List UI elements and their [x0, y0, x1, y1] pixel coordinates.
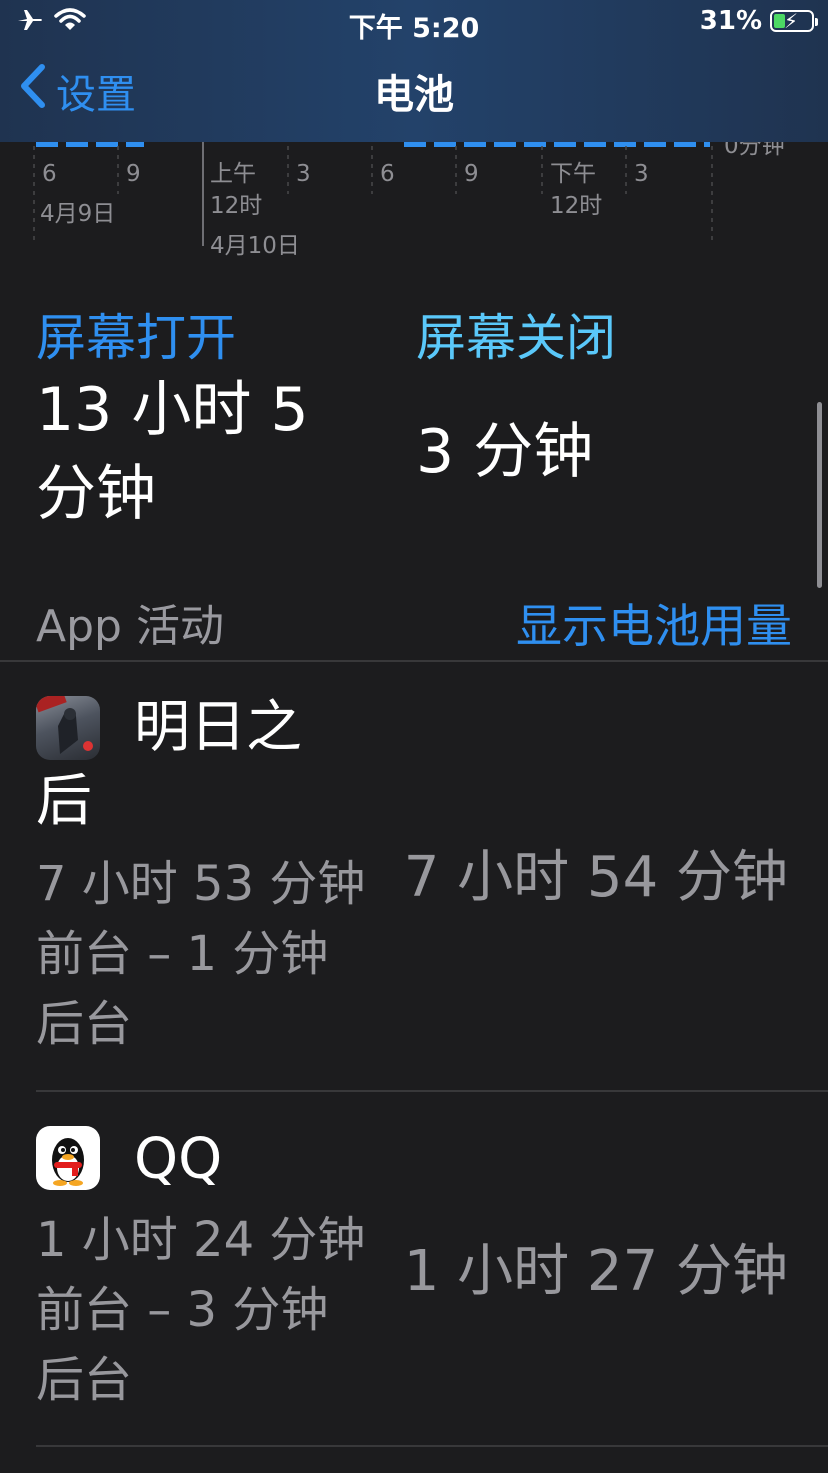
- qq-app-icon: [36, 1126, 100, 1190]
- game-app-icon: [36, 696, 100, 760]
- usage-foreground: 7 小时 53 分钟: [36, 856, 366, 912]
- date-label: 4月9日: [40, 201, 116, 227]
- show-battery-usage-button[interactable]: 显示电池用量: [516, 590, 792, 656]
- charging-bolt-icon: ⚡: [784, 9, 799, 33]
- usage-chart-fragment: 0分钟 6 9 上午 12时 3 6 9 下午 12时 3 4月9日 4月10日: [0, 133, 828, 262]
- screen-off-value: 3 分钟: [416, 417, 594, 487]
- row-divider: [36, 1445, 828, 1447]
- app-activity-title: App 活动: [36, 601, 224, 652]
- tick-label: 3: [634, 161, 649, 187]
- battery-nub: [815, 18, 818, 26]
- section-divider: [0, 660, 828, 662]
- usage-background-value: 前台 – 3 分钟: [36, 1282, 329, 1338]
- screen-on-label[interactable]: 屏幕打开: [36, 298, 236, 370]
- date-label: 4月10日: [210, 233, 300, 259]
- tick-label: 12时: [210, 193, 263, 219]
- page-title: 电池: [374, 72, 454, 118]
- row-divider: [36, 1090, 828, 1092]
- usage-background-value: 前台 – 1 分钟: [36, 926, 329, 982]
- screen-on-value-line1: 13 小时 5: [36, 375, 309, 445]
- usage-total: 7 小时 54 分钟: [403, 845, 788, 910]
- usage-foreground: 1 小时 24 分钟: [36, 1212, 366, 1268]
- tick-label: 6: [42, 161, 57, 187]
- app-name-line2: 后: [36, 769, 92, 834]
- app-name: QQ: [134, 1127, 223, 1192]
- tick-label: 12时: [550, 193, 603, 219]
- chart-gridlines: [33, 142, 713, 246]
- tick-label: 下午: [550, 161, 596, 187]
- status-right: 31% ⚡: [699, 6, 818, 36]
- navigation-bar: 下午 5:20 31% ⚡ 设置 电池: [0, 0, 828, 142]
- battery-charging-icon: ⚡: [770, 9, 818, 33]
- screen-on-value-line2: 分钟: [36, 459, 156, 529]
- usage-background-label: 后台: [36, 1352, 133, 1408]
- app-name-line1: 明日之: [134, 695, 302, 760]
- screen-off-label[interactable]: 屏幕关闭: [416, 298, 616, 370]
- usage-total: 1 小时 27 分钟: [403, 1239, 788, 1304]
- battery-screen: 下午 5:20 31% ⚡ 设置 电池 0分钟 6 9 上午 12时 3 6 9…: [0, 0, 828, 1473]
- tick-label: 上午: [210, 161, 256, 187]
- tick-label: 9: [126, 161, 141, 187]
- scroll-indicator[interactable]: [817, 402, 822, 588]
- usage-background-label: 后台: [36, 996, 133, 1052]
- tick-label: 6: [380, 161, 395, 187]
- tick-label: 9: [464, 161, 479, 187]
- tick-label: 3: [296, 161, 311, 187]
- battery-percent: 31%: [699, 6, 762, 36]
